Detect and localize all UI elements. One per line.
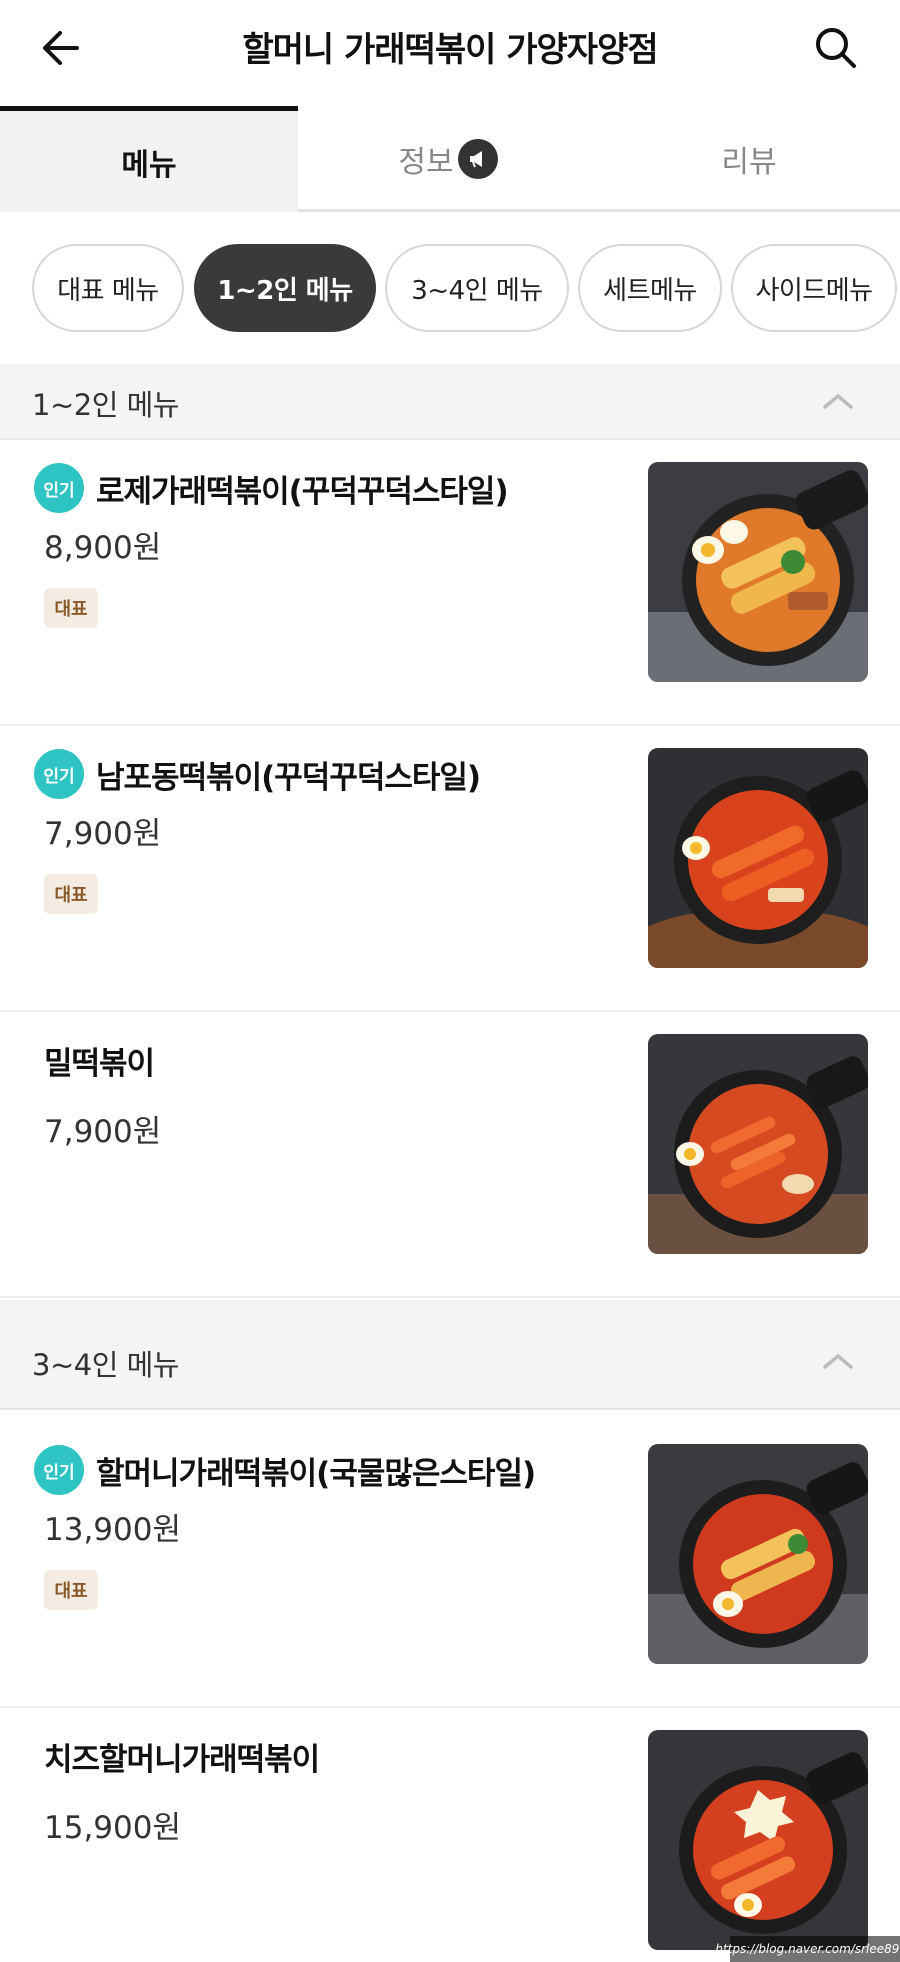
arrow-left-icon: [43, 31, 79, 65]
chip-1-2-person[interactable]: 1~2인 메뉴: [194, 244, 376, 332]
section-header-1-2[interactable]: 1~2인 메뉴: [0, 364, 900, 440]
section-title: 1~2인 메뉴: [32, 388, 179, 422]
search-icon: [816, 28, 856, 68]
chevron-up-icon[interactable]: [820, 1346, 856, 1376]
menu-item[interactable]: 인기 할머니가래떡볶이(국물많은스타일) 13,900원 대표: [0, 1422, 900, 1708]
menu-item[interactable]: 치즈할머니가래떡볶이 15,900원: [0, 1708, 900, 1962]
food-photo: [648, 1444, 868, 1664]
representative-tag: 대표: [44, 588, 98, 628]
search-button[interactable]: [810, 22, 862, 74]
tab-review[interactable]: 리뷰: [598, 106, 900, 212]
item-name-row: 인기 할머니가래떡볶이(국물많은스타일): [34, 1444, 536, 1496]
chevron-up-icon[interactable]: [820, 386, 856, 416]
section-header-3-4[interactable]: 3~4인 메뉴: [0, 1300, 900, 1410]
food-photo: [648, 1034, 868, 1254]
chip-3-4-person[interactable]: 3~4인 메뉴: [385, 244, 569, 332]
menu-item[interactable]: 밀떡볶이 7,900원: [0, 1012, 900, 1298]
watermark: https://blog.naver.com/srlee8991: [715, 1936, 900, 1962]
representative-tag: 대표: [44, 874, 98, 914]
section-title: 3~4인 메뉴: [32, 1348, 179, 1382]
category-chips: 대표 메뉴 1~2인 메뉴 3~4인 메뉴 세트메뉴 사이드메뉴: [0, 244, 900, 336]
menu-item[interactable]: 인기 로제가래떡볶이(꾸덕꾸덕스타일) 8,900원 대표: [0, 440, 900, 726]
item-name-row: 치즈할머니가래떡볶이: [44, 1730, 320, 1782]
tab-review-label: 리뷰: [721, 145, 777, 180]
item-price: 8,900원: [44, 530, 162, 566]
item-price: 13,900원: [44, 1512, 181, 1548]
food-photo: [648, 748, 868, 968]
representative-tag: 대표: [44, 1570, 98, 1610]
back-button[interactable]: [36, 24, 84, 72]
item-price: 15,900원: [44, 1810, 181, 1846]
popular-badge: 인기: [34, 463, 84, 513]
item-name: 로제가래떡볶이(꾸덕꾸덕스타일): [96, 473, 509, 510]
item-price: 7,900원: [44, 1114, 162, 1150]
item-name: 밀떡볶이: [44, 1045, 155, 1082]
item-name: 치즈할머니가래떡볶이: [44, 1741, 320, 1778]
item-name: 남포동떡볶이(꾸덕꾸덕스타일): [96, 759, 481, 796]
page-title: 할머니 가래떡볶이 가양자양점: [242, 30, 658, 70]
tab-info-label: 정보: [398, 145, 454, 180]
item-price: 7,900원: [44, 816, 162, 852]
food-photo: [648, 1730, 868, 1950]
megaphone-icon: [457, 139, 498, 179]
popular-badge: 인기: [34, 1445, 84, 1495]
chip-side[interactable]: 사이드메뉴: [731, 244, 897, 332]
popular-badge: 인기: [34, 749, 84, 799]
item-name-row: 인기 로제가래떡볶이(꾸덕꾸덕스타일): [34, 462, 509, 514]
tab-bar: 메뉴 정보 리뷰: [0, 106, 900, 212]
item-name-row: 인기 남포동떡볶이(꾸덕꾸덕스타일): [34, 748, 481, 800]
chip-representative[interactable]: 대표 메뉴: [32, 244, 184, 332]
item-name: 할머니가래떡볶이(국물많은스타일): [96, 1455, 536, 1492]
food-photo: [648, 462, 868, 682]
chip-set[interactable]: 세트메뉴: [578, 244, 722, 332]
tab-menu-label: 메뉴: [121, 147, 177, 183]
tab-info[interactable]: 정보: [298, 106, 598, 212]
menu-item[interactable]: 인기 남포동떡볶이(꾸덕꾸덕스타일) 7,900원 대표: [0, 726, 900, 1012]
item-name-row: 밀떡볶이: [44, 1034, 155, 1086]
tab-menu[interactable]: 메뉴: [0, 106, 298, 212]
app-header: 할머니 가래떡볶이 가양자양점: [0, 0, 900, 96]
